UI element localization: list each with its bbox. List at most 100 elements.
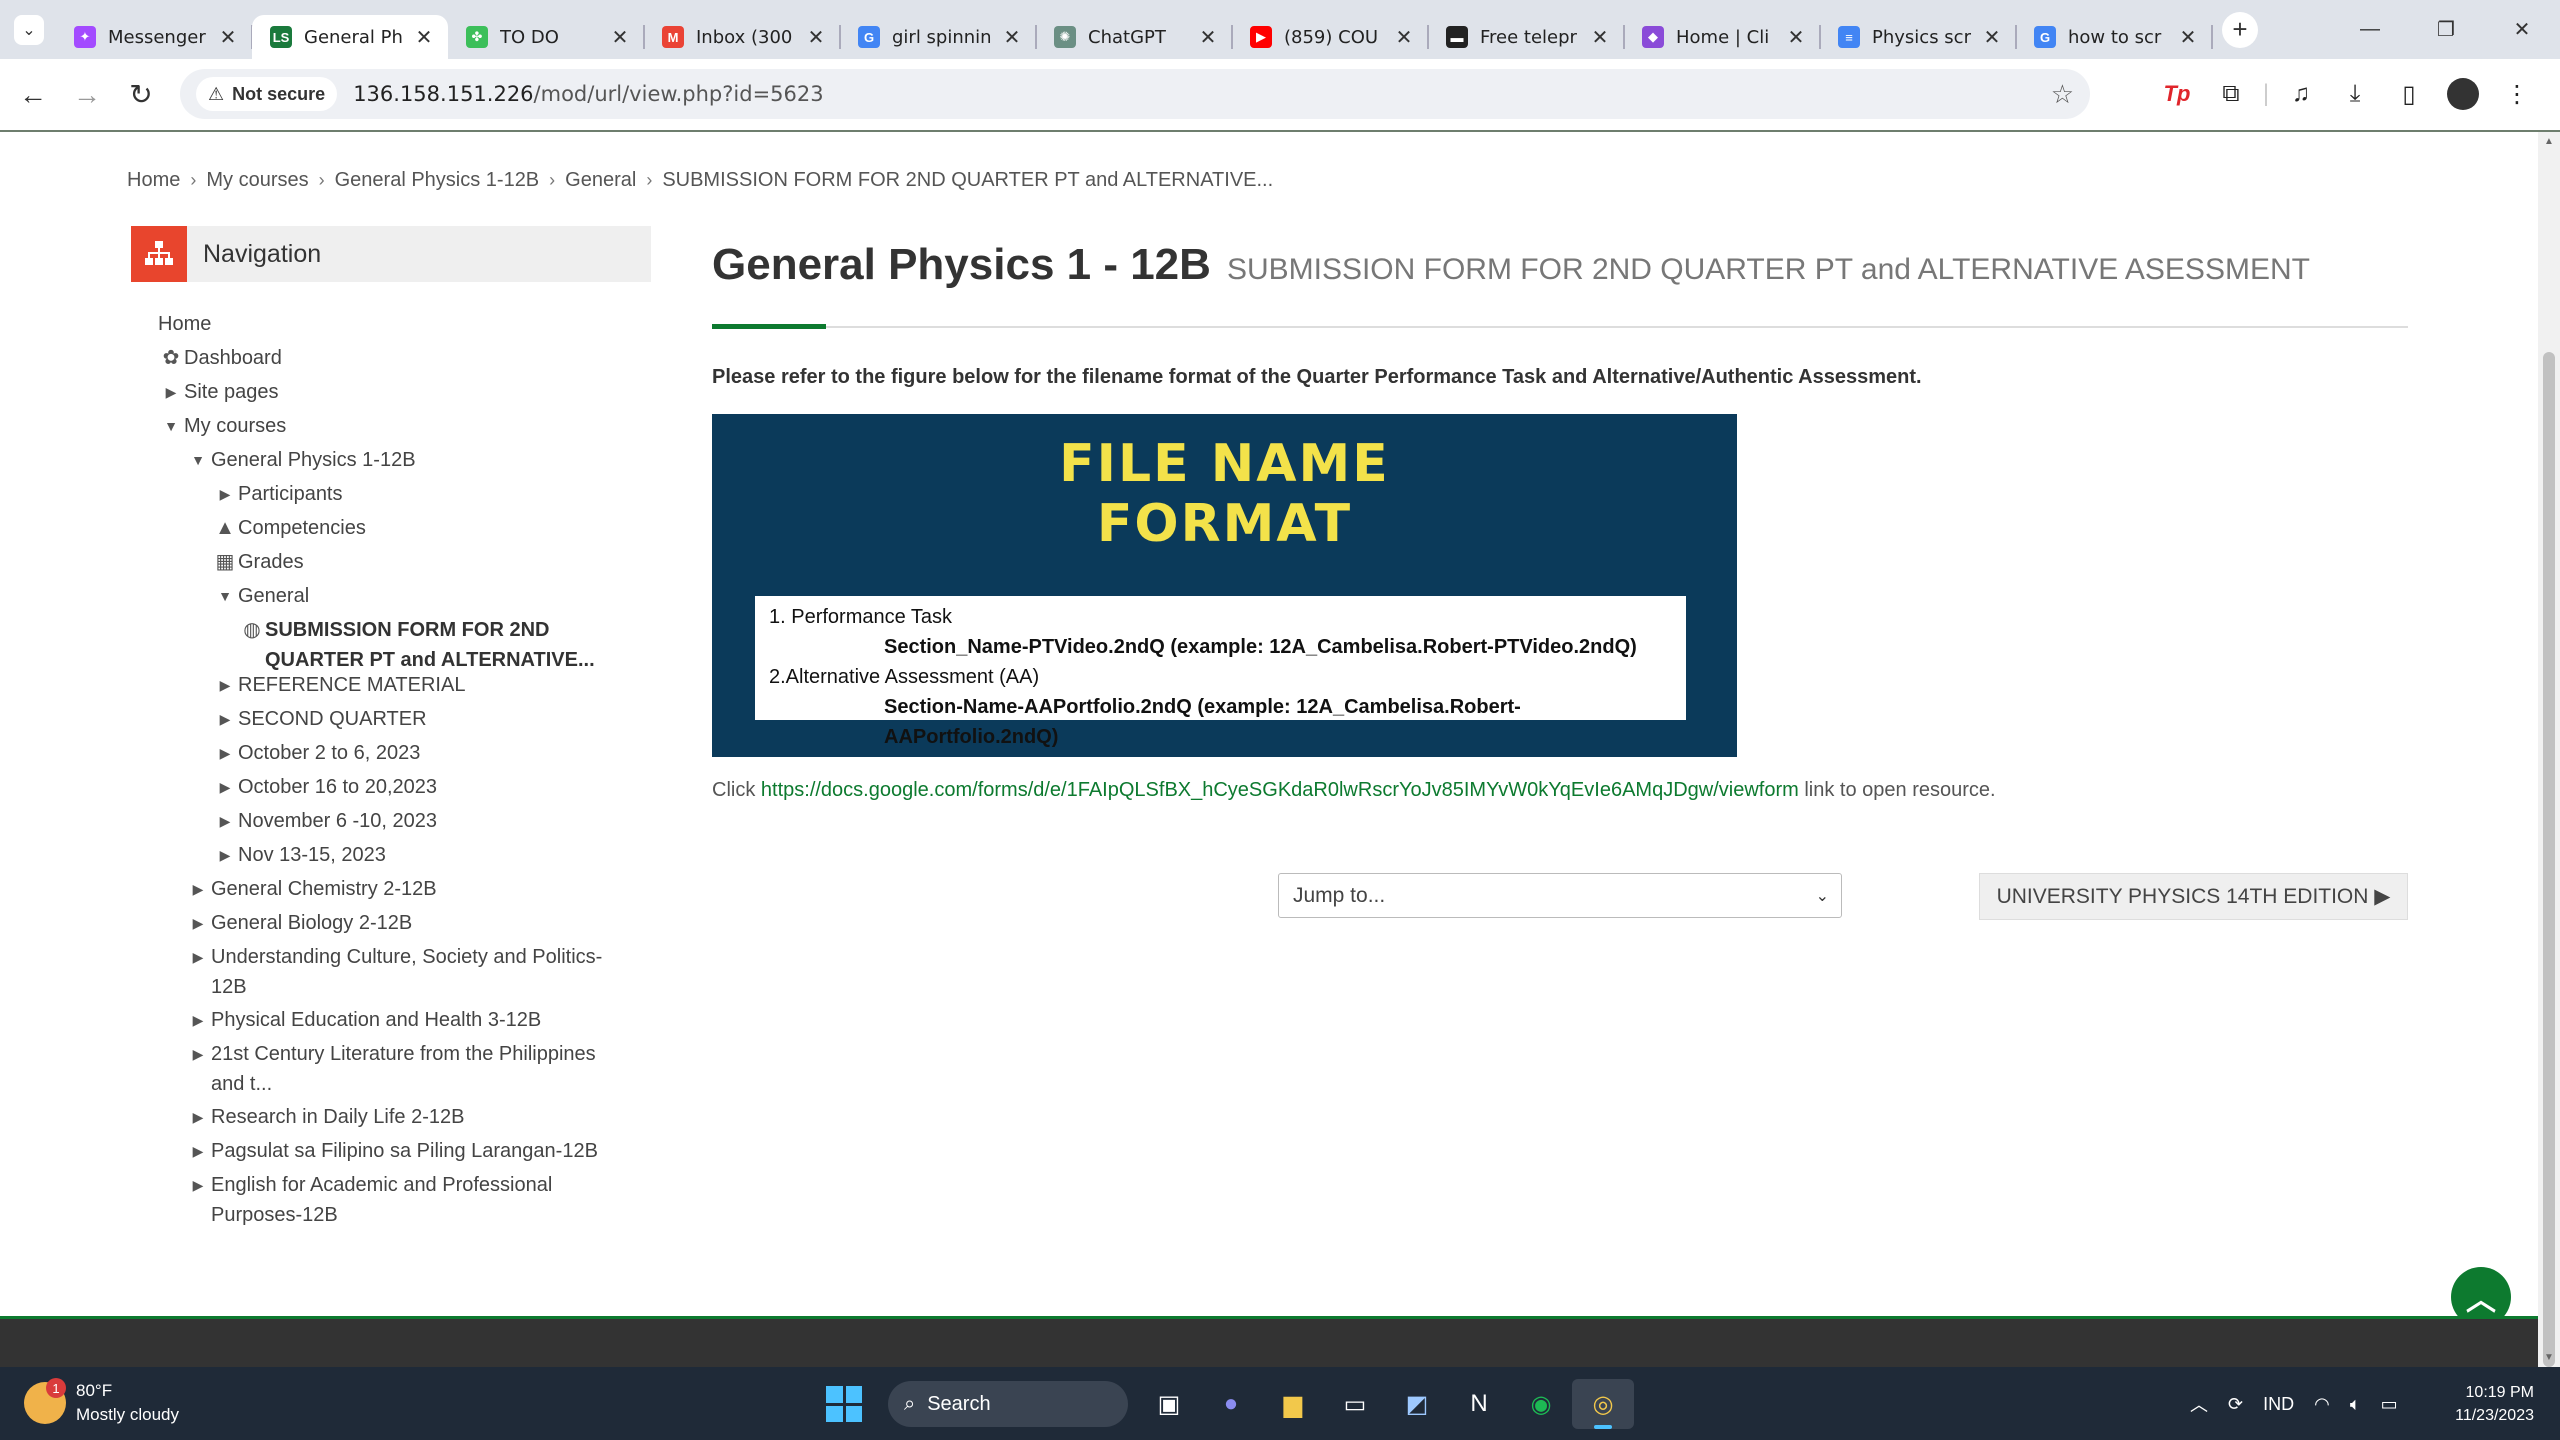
browser-tab[interactable]: ◆ Home | Cli ✕ bbox=[1624, 15, 1821, 59]
caret-down-icon[interactable]: ▼ bbox=[212, 581, 238, 611]
nav-item[interactable]: ▶ General Chemistry 2-12B bbox=[185, 874, 437, 904]
nav-item[interactable]: ▶ October 2 to 6, 2023 bbox=[212, 738, 421, 768]
caret-right-icon[interactable]: ▶ bbox=[185, 908, 211, 938]
nav-item[interactable]: Home bbox=[158, 309, 211, 339]
browser-tab[interactable]: ▶ (859) COU ✕ bbox=[1232, 15, 1429, 59]
tab-close-icon[interactable]: ✕ bbox=[1784, 25, 1808, 50]
breadcrumb-item[interactable]: Home bbox=[127, 169, 180, 192]
tab-close-icon[interactable]: ✕ bbox=[1196, 25, 1220, 50]
nav-item[interactable]: ▶ November 6 -10, 2023 bbox=[212, 806, 437, 836]
nav-item[interactable]: ✿ Dashboard bbox=[158, 343, 282, 373]
chrome-menu-icon[interactable]: ⋮ bbox=[2490, 69, 2544, 119]
nav-item[interactable]: ▲ Competencies bbox=[212, 513, 366, 543]
caret-down-icon[interactable]: ▼ bbox=[158, 411, 184, 441]
tab-close-icon[interactable]: ✕ bbox=[1000, 25, 1024, 50]
breadcrumb-item[interactable]: General Physics 1-12B bbox=[335, 169, 540, 192]
caret-right-icon[interactable]: ▶ bbox=[212, 806, 238, 836]
nav-item[interactable]: ▶ Nov 13-15, 2023 bbox=[212, 840, 386, 870]
browser-tab[interactable]: ▬ Free telepr ✕ bbox=[1428, 15, 1625, 59]
photos-icon[interactable]: ◩ bbox=[1386, 1379, 1448, 1429]
breadcrumb-item[interactable]: SUBMISSION FORM FOR 2ND QUARTER PT and A… bbox=[662, 169, 1273, 192]
scrollbar-thumb[interactable] bbox=[2543, 352, 2555, 1367]
resource-url-link[interactable]: https://docs.google.com/forms/d/e/1FAIpQ… bbox=[761, 779, 1799, 801]
caret-right-icon[interactable]: ▶ bbox=[185, 874, 211, 904]
tray-overflow-icon[interactable]: ︿ bbox=[2190, 1391, 2208, 1417]
nav-item[interactable]: ▶ General Biology 2-12B bbox=[185, 908, 413, 938]
nav-item[interactable]: ▦ Grades bbox=[212, 547, 304, 577]
caret-right-icon[interactable]: ▶ bbox=[212, 479, 238, 509]
page-scrollbar[interactable]: ▲ ▼ bbox=[2538, 132, 2560, 1367]
forward-icon[interactable]: → bbox=[60, 68, 114, 122]
browser-tab[interactable]: ≡ Physics scr ✕ bbox=[1820, 15, 2017, 59]
caret-down-icon[interactable]: ▼ bbox=[185, 445, 211, 475]
nav-item[interactable]: ▶ REFERENCE MATERIAL bbox=[212, 670, 466, 700]
restore-icon[interactable]: ❐ bbox=[2408, 0, 2484, 59]
extensions-puzzle-icon[interactable]: ⧉ bbox=[2204, 69, 2258, 119]
sync-icon[interactable]: ⟳ bbox=[2228, 1394, 2243, 1415]
caret-right-icon[interactable]: ▶ bbox=[212, 704, 238, 734]
taskbar-search[interactable]: ⌕ Search bbox=[888, 1381, 1128, 1427]
tab-close-icon[interactable]: ✕ bbox=[1588, 25, 1612, 50]
browser-tab[interactable]: Ghow to scr ✕ bbox=[2016, 15, 2213, 59]
url-text[interactable]: 136.158.151.226/mod/url/view.php?id=5623 bbox=[353, 82, 823, 106]
browser-tab[interactable]: ✺ ChatGPT ✕ bbox=[1036, 15, 1233, 59]
chrome-taskbar-icon[interactable]: ◎ bbox=[1572, 1379, 1634, 1429]
close-window-icon[interactable]: ✕ bbox=[2484, 0, 2560, 59]
battery-icon[interactable]: ▭ bbox=[2381, 1394, 2398, 1415]
caret-right-icon[interactable]: ▶ bbox=[212, 772, 238, 802]
notion-icon[interactable]: N bbox=[1448, 1379, 1510, 1429]
tab-close-icon[interactable]: ✕ bbox=[1980, 25, 2004, 50]
wifi-icon[interactable]: ◠ bbox=[2314, 1394, 2330, 1415]
media-control-icon[interactable]: ♫ bbox=[2274, 69, 2328, 119]
nav-item[interactable]: ▶ October 16 to 20,2023 bbox=[212, 772, 437, 802]
nav-item[interactable]: ▶ Pagsulat sa Filipino sa Piling Larangan… bbox=[185, 1136, 611, 1166]
download-icon[interactable]: ⤓ bbox=[2328, 69, 2382, 119]
browser-tab[interactable]: Ggirl spinnin ✕ bbox=[840, 15, 1037, 59]
browser-tab[interactable]: LS General Ph ✕ bbox=[252, 15, 448, 59]
nav-item[interactable]: ▶ SECOND QUARTER bbox=[212, 704, 427, 734]
nav-item[interactable]: ▶ English for Academic and Professional P… bbox=[185, 1170, 611, 1230]
browser-tab[interactable]: M Inbox (300 ✕ bbox=[644, 15, 841, 59]
weather-widget[interactable]: 1 80°F Mostly cloudy bbox=[24, 1378, 179, 1427]
bookmark-star-icon[interactable]: ☆ bbox=[2051, 79, 2074, 110]
tab-search-button[interactable]: ⌄ bbox=[14, 14, 44, 45]
scroll-up-arrow[interactable]: ▲ bbox=[2538, 136, 2560, 147]
browser-tab[interactable]: ✦ Messenger ✕ bbox=[56, 15, 253, 59]
jump-to-select[interactable]: Jump to... ⌄ bbox=[1278, 873, 1842, 918]
caret-right-icon[interactable]: ▶ bbox=[185, 942, 211, 972]
tab-close-icon[interactable]: ✕ bbox=[2176, 25, 2200, 50]
windows-start-icon[interactable] bbox=[826, 1386, 862, 1422]
scroll-down-arrow[interactable]: ▼ bbox=[2538, 1352, 2560, 1363]
breadcrumb-item[interactable]: General bbox=[565, 169, 636, 192]
terminal-icon[interactable]: ▭ bbox=[1324, 1379, 1386, 1429]
address-bar[interactable]: ⚠ Not secure 136.158.151.226/mod/url/vie… bbox=[180, 69, 2090, 119]
tab-close-icon[interactable]: ✕ bbox=[216, 25, 240, 50]
nav-item[interactable]: ▼ My courses bbox=[158, 411, 286, 441]
side-panel-icon[interactable]: ▯ bbox=[2382, 69, 2436, 119]
reload-icon[interactable]: ↻ bbox=[114, 68, 168, 122]
caret-right-icon[interactable]: ▶ bbox=[212, 738, 238, 768]
nav-item[interactable]: ▶ Participants bbox=[212, 479, 343, 509]
breadcrumb-item[interactable]: My courses bbox=[206, 169, 308, 192]
back-icon[interactable]: ← bbox=[6, 68, 60, 122]
minimize-icon[interactable]: — bbox=[2332, 0, 2408, 59]
taskbar-clock[interactable]: 10:19 PM 11/23/2023 bbox=[2455, 1381, 2534, 1427]
nav-item[interactable]: ◍ SUBMISSION FORM FOR 2ND QUARTER PT and … bbox=[239, 615, 595, 675]
next-activity-button[interactable]: UNIVERSITY PHYSICS 14TH EDITION ▶ bbox=[1979, 873, 2408, 920]
new-tab-button[interactable]: + bbox=[2222, 11, 2258, 48]
volume-icon[interactable]: 🔈︎ bbox=[2350, 1394, 2361, 1415]
caret-right-icon[interactable]: ▶ bbox=[185, 1170, 211, 1200]
caret-right-icon[interactable]: ▶ bbox=[158, 377, 184, 407]
profile-avatar[interactable] bbox=[2447, 78, 2479, 110]
security-chip[interactable]: ⚠ Not secure bbox=[196, 77, 338, 111]
caret-right-icon[interactable]: ▶ bbox=[212, 840, 238, 870]
file-explorer-icon[interactable]: ▆ bbox=[1262, 1379, 1324, 1429]
nav-item[interactable]: ▼ General bbox=[212, 581, 309, 611]
spotify-icon[interactable]: ◉ bbox=[1510, 1379, 1572, 1429]
tp-extension-icon[interactable]: Tp bbox=[2150, 69, 2204, 119]
caret-right-icon[interactable]: ▶ bbox=[185, 1102, 211, 1132]
teams-chat-icon[interactable]: ● bbox=[1200, 1379, 1262, 1429]
input-language[interactable]: IND bbox=[2263, 1394, 2294, 1415]
nav-item[interactable]: ▶ Physical Education and Health 3-12B bbox=[185, 1005, 611, 1035]
nav-item[interactable]: ▶ Site pages bbox=[158, 377, 279, 407]
